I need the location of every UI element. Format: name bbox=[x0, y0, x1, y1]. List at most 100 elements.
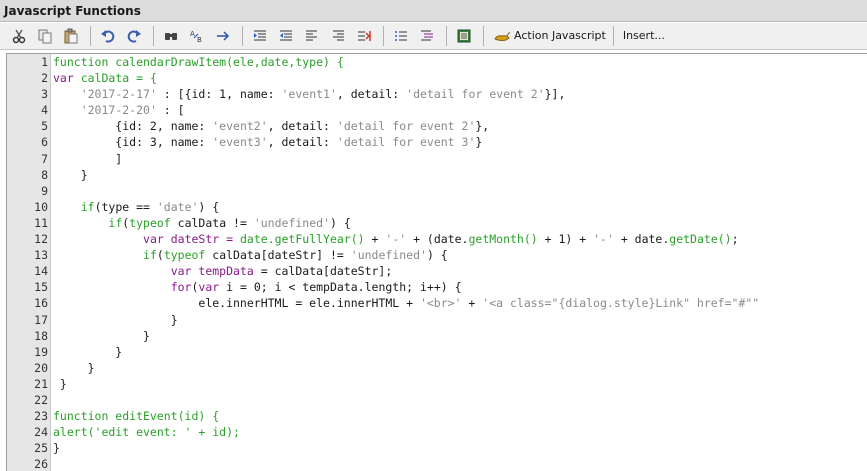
action-javascript-button[interactable]: Action Javascript bbox=[490, 25, 609, 47]
code-line[interactable]: 1 function calendarDrawItem(ele,date,type… bbox=[7, 54, 867, 70]
line-text: var tempData = calData[dateStr]; bbox=[51, 263, 393, 279]
list-icon[interactable] bbox=[390, 25, 412, 47]
outdent-icon[interactable] bbox=[275, 25, 297, 47]
line-text: var dateStr = date.getFullYear() + '-' +… bbox=[51, 231, 739, 247]
svg-text:B: B bbox=[197, 36, 202, 44]
action-javascript-label: Action Javascript bbox=[514, 29, 606, 42]
align-right-icon[interactable] bbox=[327, 25, 349, 47]
line-number: 24 bbox=[34, 425, 48, 440]
line-number: 16 bbox=[34, 296, 48, 311]
code-line[interactable]: 22 bbox=[7, 392, 867, 408]
code-line[interactable]: 25} bbox=[7, 440, 867, 456]
line-number: 14 bbox=[34, 264, 48, 279]
code-line[interactable]: 15 for(var i = 0; i < tempData.length; i… bbox=[7, 279, 867, 295]
code-line[interactable]: 13 if(typeof calData[dateStr] != 'undefi… bbox=[7, 247, 867, 263]
code-line[interactable]: 6 {id: 3, name: 'event3', detail: 'detai… bbox=[7, 134, 867, 150]
code-token: if bbox=[143, 248, 157, 263]
line-text: } bbox=[51, 312, 178, 328]
code-line[interactable]: 10 if(type == 'date') { bbox=[7, 199, 867, 215]
code-line[interactable]: 21 } bbox=[7, 376, 867, 392]
line-number: 5 bbox=[41, 119, 48, 134]
code-token: typeof bbox=[163, 248, 206, 263]
code-line[interactable]: 4 '2017-2-20' : [ bbox=[7, 102, 867, 118]
line-number: 12 bbox=[34, 232, 48, 247]
undo-icon[interactable] bbox=[97, 25, 119, 47]
code-token: {id: 2, name: bbox=[53, 119, 213, 134]
code-token: alert('edit event: ' + id); bbox=[53, 425, 240, 440]
code-token: 'detail for event 2' bbox=[336, 119, 476, 134]
code-token: ; bbox=[731, 232, 739, 247]
line-text: } bbox=[51, 376, 67, 392]
find-icon[interactable] bbox=[160, 25, 182, 47]
code-token: 'event1' bbox=[281, 87, 337, 102]
code-token: } bbox=[53, 376, 67, 391]
line-number: 8 bbox=[41, 167, 48, 182]
code-token: '<br>' bbox=[419, 296, 462, 311]
code-line[interactable]: 3 '2017-2-17' : [{id: 1, name: 'event1',… bbox=[7, 86, 867, 102]
line-text bbox=[51, 183, 53, 199]
goto-arrow-icon[interactable] bbox=[212, 25, 234, 47]
code-token: function editEvent(id) { bbox=[53, 409, 220, 424]
code-token: i = 0; i < tempData.length; i++) { bbox=[219, 280, 462, 295]
line-text: '2017-2-17' : [{id: 1, name: 'event1', d… bbox=[51, 86, 566, 102]
code-line[interactable]: 5 {id: 2, name: 'event2', detail: 'detai… bbox=[7, 118, 867, 134]
code-line[interactable]: 18 } bbox=[7, 328, 867, 344]
code-line[interactable]: 16 ele.innerHTML = ele.innerHTML + '<br>… bbox=[7, 295, 867, 311]
code-token: 'event3' bbox=[212, 135, 268, 150]
code-token: getMonth() bbox=[468, 232, 538, 247]
code-token: calData != bbox=[170, 215, 254, 230]
book-icon[interactable] bbox=[453, 25, 475, 47]
line-number: 4 bbox=[41, 103, 48, 118]
code-line[interactable]: 12 var dateStr = date.getFullYear() + '-… bbox=[7, 231, 867, 247]
indent-icon[interactable] bbox=[249, 25, 271, 47]
replace-icon[interactable]: AB bbox=[186, 25, 208, 47]
lamp-icon bbox=[494, 32, 511, 41]
code-line[interactable]: 9 bbox=[7, 183, 867, 199]
code-line[interactable]: 7 ] bbox=[7, 151, 867, 167]
cut-icon[interactable] bbox=[8, 25, 30, 47]
line-number: 19 bbox=[34, 344, 48, 359]
paste-icon[interactable] bbox=[60, 25, 82, 47]
code-line[interactable]: 11 if(typeof calData != 'undefined') { bbox=[7, 215, 867, 231]
code-token: 'date' bbox=[156, 199, 199, 214]
code-editor[interactable]: 1 function calendarDrawItem(ele,date,type… bbox=[6, 53, 867, 471]
code-token: } bbox=[53, 344, 123, 359]
code-token: 'detail for event 3' bbox=[336, 135, 476, 150]
code-token: + bbox=[461, 296, 483, 311]
line-text: function editEvent(id) { bbox=[51, 408, 219, 424]
code-line[interactable]: 20 } bbox=[7, 360, 867, 376]
line-text: function calendarDrawItem(ele,date,type)… bbox=[51, 54, 344, 70]
wrap-icon[interactable] bbox=[353, 25, 375, 47]
code-token: : [ bbox=[156, 103, 185, 118]
code-line[interactable]: 26 bbox=[7, 456, 867, 471]
insert-button[interactable]: Insert... bbox=[620, 25, 668, 47]
line-text bbox=[51, 456, 53, 471]
code-line[interactable]: 8 } bbox=[7, 167, 867, 183]
code-line[interactable]: 2 var calData = { bbox=[7, 70, 867, 86]
code-line[interactable]: 24 alert('edit event: ' + id); bbox=[7, 424, 867, 440]
code-token: } bbox=[53, 312, 178, 327]
redo-icon[interactable] bbox=[123, 25, 145, 47]
code-token: } bbox=[53, 167, 88, 182]
code-token: var bbox=[198, 280, 220, 295]
code-token: function calendarDrawItem(ele,date,type)… bbox=[53, 55, 344, 69]
code-token: date.getFullYear() bbox=[239, 232, 365, 247]
line-number: 9 bbox=[41, 183, 48, 198]
line-text: } bbox=[51, 440, 60, 456]
line-number: 22 bbox=[34, 392, 48, 407]
copy-icon[interactable] bbox=[34, 25, 56, 47]
comment-icon[interactable] bbox=[416, 25, 438, 47]
code-content[interactable]: 1 function calendarDrawItem(ele,date,type… bbox=[7, 54, 867, 471]
line-number: 23 bbox=[34, 409, 48, 424]
align-left-icon[interactable] bbox=[301, 25, 323, 47]
code-token: dateStr = bbox=[163, 232, 240, 247]
code-line[interactable]: 19 } bbox=[7, 344, 867, 360]
code-token: var bbox=[170, 264, 192, 279]
code-line[interactable]: 17 } bbox=[7, 312, 867, 328]
line-text: } bbox=[51, 167, 88, 183]
code-token: if bbox=[80, 199, 95, 214]
code-line[interactable]: 23 function editEvent(id) { bbox=[7, 408, 867, 424]
code-token: 'event2' bbox=[212, 119, 268, 134]
code-line[interactable]: 14 var tempData = calData[dateStr]; bbox=[7, 263, 867, 279]
